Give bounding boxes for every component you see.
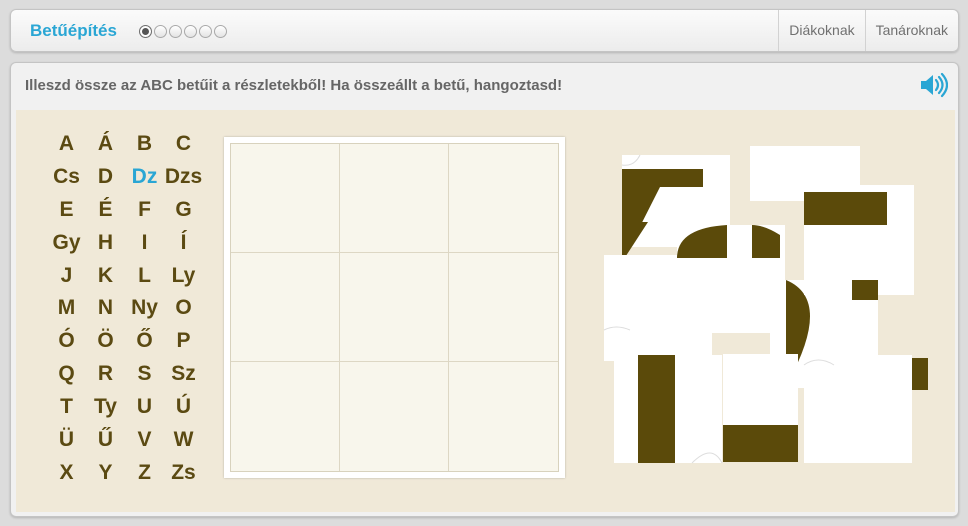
drop-cell[interactable]: [340, 253, 449, 362]
letter-button[interactable]: Z: [125, 457, 164, 490]
drop-cell[interactable]: [231, 362, 340, 471]
letter-button[interactable]: Ny: [125, 292, 164, 325]
letter-button[interactable]: H: [86, 227, 125, 260]
letter-button[interactable]: Ty: [86, 391, 125, 424]
puzzle-board: [224, 137, 565, 478]
letter-button[interactable]: Ű: [86, 424, 125, 457]
progress-dots: [139, 25, 227, 38]
letter-button[interactable]: Sz: [164, 358, 203, 391]
drop-cell[interactable]: [340, 144, 449, 253]
letter-button[interactable]: Á: [86, 128, 125, 161]
puzzle-grid: [230, 143, 559, 472]
progress-dot: [214, 25, 227, 38]
letter-button[interactable]: Ó: [47, 325, 86, 358]
alphabet-list: A Á B C Cs D Dz Dzs E É F G Gy H I Í J K L Ly M N Ny O Ó Ö Ő P Q R S Sz…: [47, 128, 203, 490]
drop-cell[interactable]: [449, 144, 558, 253]
puzzle-pieces-area: [602, 140, 932, 470]
puzzle-piece[interactable]: [677, 225, 785, 333]
puzzle-pieces: [603, 146, 928, 464]
letter-button[interactable]: I: [125, 227, 164, 260]
letter-button[interactable]: P: [164, 325, 203, 358]
letter-button[interactable]: Ü: [47, 424, 86, 457]
letter-button[interactable]: T: [47, 391, 86, 424]
letter-button[interactable]: B: [125, 128, 164, 161]
letter-button[interactable]: G: [164, 194, 203, 227]
letter-button[interactable]: E: [47, 194, 86, 227]
letter-button[interactable]: Ö: [86, 325, 125, 358]
letter-button[interactable]: N: [86, 292, 125, 325]
letter-button[interactable]: Cs: [47, 161, 86, 194]
puzzle-piece[interactable]: [614, 355, 723, 464]
main-panel: Illeszd össze az ABC betűit a részletekb…: [10, 62, 959, 517]
progress-dot: [154, 25, 167, 38]
drop-cell[interactable]: [449, 362, 558, 471]
puzzle-piece[interactable]: [804, 185, 914, 300]
letter-button[interactable]: M: [47, 292, 86, 325]
letter-button[interactable]: X: [47, 457, 86, 490]
letter-button[interactable]: W: [164, 424, 203, 457]
top-nav: Diákoknak Tanároknak: [778, 10, 958, 51]
letter-button[interactable]: V: [125, 424, 164, 457]
letter-button[interactable]: Q: [47, 358, 86, 391]
letter-button[interactable]: F: [125, 194, 164, 227]
progress-dot: [199, 25, 212, 38]
drop-cell[interactable]: [231, 253, 340, 362]
speaker-icon[interactable]: [918, 72, 949, 98]
letter-button[interactable]: L: [125, 260, 164, 293]
progress-dot: [184, 25, 197, 38]
drop-cell[interactable]: [231, 144, 340, 253]
letter-button[interactable]: Í: [164, 227, 203, 260]
letter-button[interactable]: J: [47, 260, 86, 293]
letter-button[interactable]: Dzs: [164, 161, 203, 194]
letter-button[interactable]: Ő: [125, 325, 164, 358]
letter-button[interactable]: S: [125, 358, 164, 391]
letter-button[interactable]: O: [164, 292, 203, 325]
puzzle-piece[interactable]: [803, 355, 912, 463]
letter-button[interactable]: A: [47, 128, 86, 161]
app-title: Betűépítés: [30, 21, 117, 40]
nav-students-link[interactable]: Diákoknak: [778, 10, 864, 51]
letter-button[interactable]: D: [86, 161, 125, 194]
nav-teachers-link[interactable]: Tanároknak: [864, 10, 958, 51]
letter-button[interactable]: K: [86, 260, 125, 293]
letter-button[interactable]: U: [125, 391, 164, 424]
puzzle-piece[interactable]: [723, 354, 798, 462]
letter-button[interactable]: Y: [86, 457, 125, 490]
work-area: A Á B C Cs D Dz Dzs E É F G Gy H I Í J K L Ly M N Ny O Ó Ö Ő P Q R S Sz…: [16, 110, 955, 512]
drop-cell[interactable]: [340, 362, 449, 471]
letter-button[interactable]: Ú: [164, 391, 203, 424]
progress-dot: [169, 25, 182, 38]
letter-button[interactable]: Zs: [164, 457, 203, 490]
top-bar: Betűépítés Diákoknak Tanároknak: [10, 9, 959, 52]
letter-button[interactable]: R: [86, 358, 125, 391]
letter-button[interactable]: Dz: [125, 161, 164, 194]
progress-dot: [139, 25, 152, 38]
letter-button[interactable]: Ly: [164, 260, 203, 293]
instruction-text: Illeszd össze az ABC betűit a részletekb…: [25, 77, 563, 94]
letter-button[interactable]: É: [86, 194, 125, 227]
drop-cell[interactable]: [449, 253, 558, 362]
letter-button[interactable]: C: [164, 128, 203, 161]
letter-button[interactable]: Gy: [47, 227, 86, 260]
